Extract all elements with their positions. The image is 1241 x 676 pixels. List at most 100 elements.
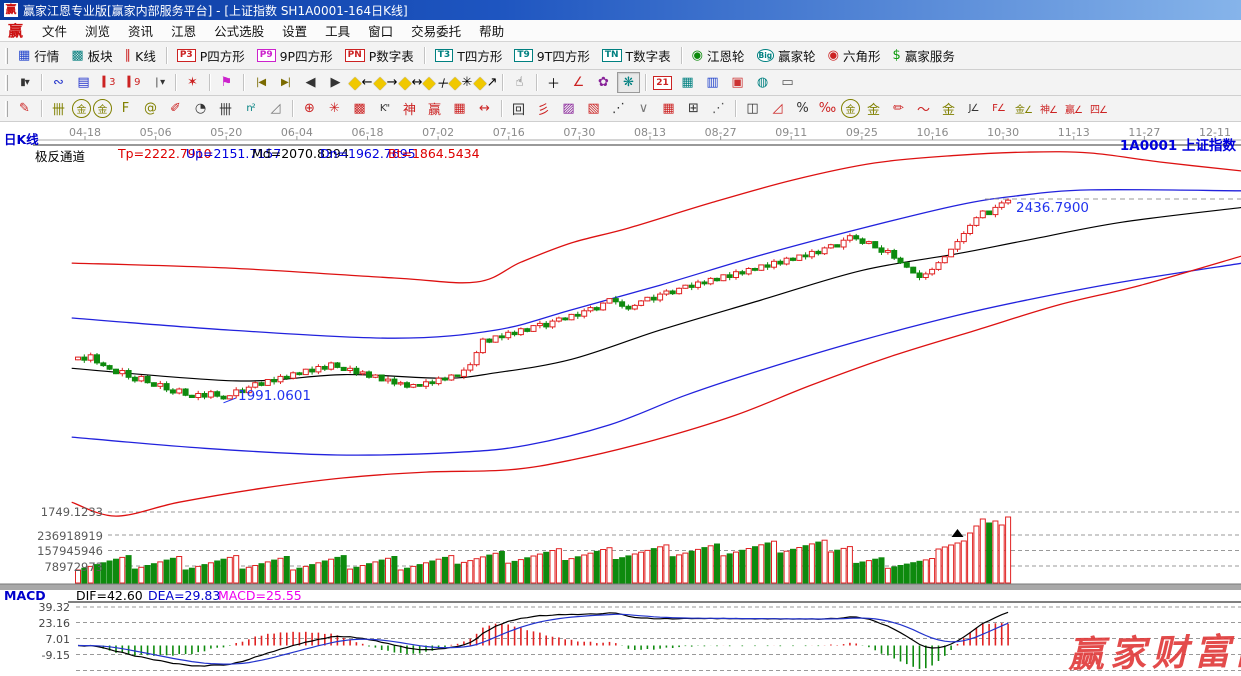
info-document-icon[interactable]: ▤ [72, 72, 95, 93]
flag-chart-icon[interactable]: ⚑ [215, 72, 238, 93]
shen-angle-icon[interactable]: 神∠ [1037, 98, 1060, 119]
symbol-label[interactable]: 1A0001 上证指数 [1120, 134, 1236, 154]
last-bar-icon[interactable]: ▶| [274, 72, 297, 93]
trend-curve-icon[interactable]: ∾ [47, 72, 70, 93]
web-box-icon[interactable]: ▧ [582, 98, 605, 119]
angle-lines-icon[interactable]: ◿ [264, 98, 287, 119]
diamond-right-icon[interactable]: ◆ → [374, 72, 398, 93]
f-grid-icon[interactable]: F [114, 98, 137, 119]
gold-lines-2-icon[interactable]: 金 [937, 98, 960, 119]
workstation-icon[interactable]: ▭ [776, 72, 799, 93]
fan-lines-icon[interactable]: 彡 [532, 98, 555, 119]
gold-lines-icon[interactable]: 金 [862, 98, 885, 119]
ying-angle-icon[interactable]: 赢∠ [1062, 98, 1085, 119]
toolbar-button-P四方形[interactable]: P3 P四方形 [171, 44, 251, 67]
draw-pen-icon[interactable]: ✎ [13, 98, 36, 119]
diamond-both-icon[interactable]: ◆ ↔ [399, 72, 423, 93]
toolbar-button-T四方形[interactable]: T3 T四方形 [429, 44, 509, 67]
wave-tool-icon[interactable]: 〜 [912, 98, 935, 119]
diamond-cross-icon[interactable]: ◆ ＋ [422, 72, 448, 93]
crosshair-icon[interactable]: ＋ [542, 72, 565, 93]
pan-hand-icon[interactable]: ☝ [508, 72, 531, 93]
span-arrows-icon[interactable]: ↔ [473, 98, 496, 119]
n-squared-icon[interactable]: n² [239, 98, 262, 119]
gann-tool-purple-icon[interactable]: ✿ [592, 72, 615, 93]
grid-123-icon[interactable]: ▦ [448, 98, 471, 119]
toolbar-button-行情[interactable]: ▦ 行情 [12, 44, 65, 67]
toolbar-button-9T四方形[interactable]: T9 9T四方形 [508, 44, 596, 67]
f-angle-icon[interactable]: F∠ [987, 98, 1010, 119]
shen-grid-icon[interactable]: 神 [398, 98, 421, 119]
window-title: 赢家江恩专业版[赢家内部服务平台] - [上证指数 SH1A0001-164日K… [23, 3, 408, 18]
prev-bar-icon[interactable]: ◀ [299, 72, 322, 93]
chart-export-icon[interactable]: ◍ [751, 72, 774, 93]
menu-item-窗口[interactable]: 窗口 [359, 19, 402, 42]
diamond-star-icon[interactable]: ◆ ✳ [449, 72, 473, 93]
target-circle-icon[interactable]: ⊕ [298, 98, 321, 119]
grid-black-icon[interactable]: ⊞ [682, 98, 705, 119]
toolbar-button-板块[interactable]: ▩ 板块 [65, 44, 118, 67]
calendar-21-icon[interactable]: 21 [651, 72, 674, 93]
menu-item-工具[interactable]: 工具 [316, 19, 359, 42]
fan-box-icon[interactable]: ▨ [557, 98, 580, 119]
volume-axis-value: 78972973 [44, 560, 103, 574]
k-quote-icon[interactable]: K" [373, 98, 396, 119]
menu-item-江恩[interactable]: 江恩 [162, 19, 205, 42]
toolbar-button-赢家服务[interactable]: $ 赢家服务 [887, 44, 961, 67]
menu-item-资讯[interactable]: 资讯 [119, 19, 162, 42]
hash-black-icon[interactable]: 卌 [214, 98, 237, 119]
web-tool-icon[interactable]: ❋ [617, 72, 640, 93]
gold-angle-icon[interactable]: 金∠ [1012, 98, 1035, 119]
pen-mark-icon[interactable]: ✏ [887, 98, 910, 119]
period-candle-dropdown-icon[interactable]: ▮▾ [13, 72, 36, 93]
menu-item-文件[interactable]: 文件 [33, 19, 76, 42]
check-tool-icon[interactable]: ∨ [632, 98, 655, 119]
first-bar-icon[interactable]: |◀ [249, 72, 272, 93]
toolbar-button-P数字表[interactable]: PN P数字表 [339, 44, 420, 67]
bars-3-icon[interactable]: ▍3 [97, 72, 120, 93]
diag-pen-icon[interactable]: ⋰ [607, 98, 630, 119]
period-label[interactable]: 日K线 [4, 129, 39, 148]
clock-circle-icon[interactable]: ◔ [189, 98, 212, 119]
grid-red-icon[interactable]: ▦ [657, 98, 680, 119]
indicator-name[interactable]: 极反通道 [35, 146, 85, 165]
spiral-icon[interactable]: @ [139, 98, 162, 119]
si-angle-icon[interactable]: 四∠ [1087, 98, 1110, 119]
gold-circle-2-icon[interactable]: 金 [93, 99, 112, 118]
toolbar-button-K线[interactable]: ∥ K线 [119, 44, 162, 67]
ying-box-icon[interactable]: 赢 [423, 98, 446, 119]
diag-lines-icon[interactable]: ⋰ [707, 98, 730, 119]
pct-lines-icon[interactable]: ‰ [816, 98, 839, 119]
j-angle-icon[interactable]: J∠ [962, 98, 985, 119]
angle-tool-icon[interactable]: ∠ [567, 72, 590, 93]
toolbar-button-江恩轮[interactable]: ◉ 江恩轮 [686, 44, 751, 67]
web-square-icon[interactable]: ▩ [348, 98, 371, 119]
pattern-tool-icon[interactable]: ✶ [181, 72, 204, 93]
pen-ruler-icon[interactable]: ✐ [164, 98, 187, 119]
stat-bars-icon[interactable]: ◫ [741, 98, 764, 119]
menu-item-浏览[interactable]: 浏览 [76, 19, 119, 42]
menu-item-设置[interactable]: 设置 [273, 19, 316, 42]
notebook-icon[interactable]: ▥ [701, 72, 724, 93]
save-disk-icon[interactable]: ▣ [726, 72, 749, 93]
menu-item-帮助[interactable]: 帮助 [470, 19, 513, 42]
toolbar-button-六角形[interactable]: ◉ 六角形 [822, 44, 887, 67]
pct-triangle-icon[interactable]: ◿ [766, 98, 789, 119]
diamond-expand-icon[interactable]: ◆ ↗ [474, 72, 498, 93]
gold-circle-3-icon[interactable]: 金 [841, 99, 860, 118]
toolbar-button-9P四方形[interactable]: P9 9P四方形 [251, 44, 339, 67]
gann-hash-icon[interactable]: 卌 [47, 98, 70, 119]
toolbar-button-T数字表[interactable]: TN T数字表 [596, 44, 677, 67]
calculator-icon[interactable]: ▦ [676, 72, 699, 93]
web-circle-icon[interactable]: ✳ [323, 98, 346, 119]
toolbar-button-赢家轮[interactable]: Big 赢家轮 [751, 44, 822, 67]
thin-candle-dropdown-icon[interactable]: ❘▾ [147, 72, 170, 93]
gold-circle-1-icon[interactable]: 金 [72, 99, 91, 118]
box-line-icon[interactable]: 回 [507, 98, 530, 119]
bars-9-icon[interactable]: ▍9 [122, 72, 145, 93]
percent-icon[interactable]: % [791, 98, 814, 119]
menu-item-公式选股[interactable]: 公式选股 [205, 19, 273, 42]
next-bar-icon[interactable]: ▶ [324, 72, 347, 93]
menu-item-交易委托[interactable]: 交易委托 [402, 19, 470, 42]
diamond-left-icon[interactable]: ◆ ← [349, 72, 373, 93]
